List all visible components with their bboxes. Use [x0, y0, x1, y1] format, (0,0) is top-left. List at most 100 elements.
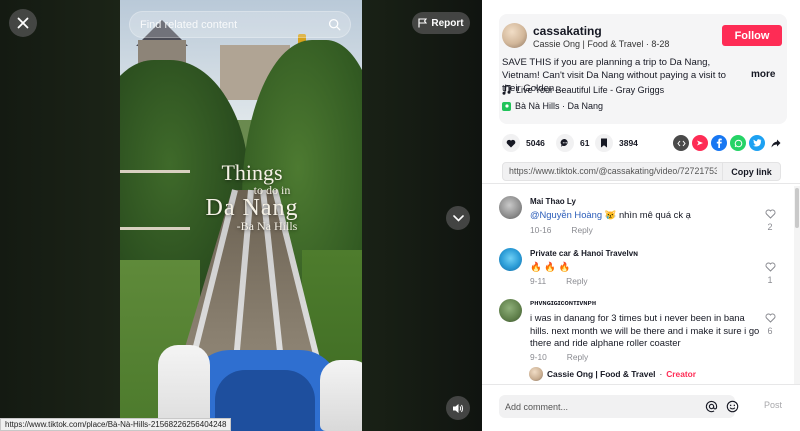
related-search-input[interactable]	[140, 12, 320, 37]
place-name: Bà Nà Hills · Da Nang	[515, 101, 604, 111]
comment-like[interactable]: 6	[763, 313, 777, 336]
comment-button[interactable]	[556, 134, 574, 152]
related-search-box[interactable]	[129, 11, 351, 38]
comment-like-count: 6	[767, 326, 773, 336]
video-frame[interactable]: Things to do in Da Nang -Ba Na Hills	[120, 0, 362, 431]
comments-scrollbar[interactable]	[794, 186, 800, 386]
place-tag[interactable]: Bà Nà Hills · Da Nang	[502, 101, 603, 111]
like-count: 5046	[526, 138, 545, 148]
comment-avatar[interactable]	[499, 196, 522, 219]
flag-icon	[418, 18, 428, 28]
save-action[interactable]: 3894	[595, 134, 638, 152]
post-comment-button[interactable]: Post	[764, 400, 782, 410]
video-area: Things to do in Da Nang -Ba Na Hills Rep…	[0, 0, 482, 431]
comment-text: @Nguyễn Hoàng 😿 nhìn mê quá ck ạ	[530, 209, 760, 222]
next-video-button[interactable]	[446, 206, 470, 230]
report-label: Report	[431, 17, 464, 29]
like-action[interactable]: 5046	[502, 134, 545, 152]
twitter-icon[interactable]	[749, 135, 765, 151]
comment-username[interactable]: Private car & Hanoi Travelᴠɴ	[530, 249, 638, 258]
embed-icon[interactable]	[673, 135, 689, 151]
author-username[interactable]: cassakating	[533, 24, 602, 38]
heart-icon	[506, 139, 516, 147]
author-subline: Cassie Ong | Food & Travel · 8-28	[533, 39, 669, 49]
comment-action[interactable]: 61	[556, 134, 589, 152]
comment-meta: 9-11 Reply	[530, 276, 588, 286]
more-link[interactable]: more	[751, 69, 775, 80]
heart-outline-icon[interactable]	[765, 262, 776, 272]
close-button[interactable]	[9, 9, 37, 37]
comment-like[interactable]: 2	[763, 209, 777, 232]
bookmark-icon	[601, 138, 607, 148]
comment-composer: Post	[482, 384, 800, 431]
comment-like-count: 1	[767, 275, 773, 285]
pinterest-icon[interactable]	[692, 135, 708, 151]
comment-text: 🔥 🔥 🔥	[530, 261, 571, 272]
comment-like[interactable]: 1	[763, 262, 777, 285]
detail-panel: cassakating Cassie Ong | Food & Travel ·…	[482, 0, 800, 431]
share-forward-icon[interactable]	[768, 135, 784, 151]
comment-username[interactable]: ᴘʜᴠɴɢɪɢɪᴄᴏɴᴛɪᴠɴᴘʜ	[530, 300, 596, 307]
action-bar: 5046 61 3894	[499, 134, 789, 152]
comment-input[interactable]	[505, 395, 695, 418]
author-avatar[interactable]	[502, 23, 527, 48]
copy-link-button[interactable]: Copy link	[722, 163, 780, 180]
heart-outline-icon[interactable]	[765, 209, 776, 219]
reply-button[interactable]: Reply	[571, 225, 592, 235]
status-bar-url: https://www.tiktok.com/place/Bà-Nà-Hills…	[0, 418, 232, 431]
comment-input-box[interactable]	[499, 395, 739, 418]
comment-text: i was in danang for 3 times but i never …	[530, 312, 760, 348]
music-row[interactable]: Live Your Beautiful Life - Gray Griggs	[502, 85, 664, 95]
comment-item: Mai Thao Ly @Nguyễn Hoàng 😿 nhìn mê quá …	[499, 196, 779, 238]
overlay-line-1: Things	[221, 160, 283, 185]
volume-icon	[453, 403, 464, 413]
search-icon[interactable]	[328, 18, 341, 31]
report-button[interactable]: Report	[412, 12, 470, 34]
volume-button[interactable]	[446, 396, 470, 420]
whatsapp-icon[interactable]	[730, 135, 746, 151]
scrollbar-thumb[interactable]	[795, 188, 799, 228]
author-display-name[interactable]: Cassie Ong | Food & Travel	[533, 39, 643, 49]
creator-reply-name: Cassie Ong | Food & Travel	[547, 369, 656, 379]
facebook-icon[interactable]	[711, 135, 727, 151]
comment-avatar[interactable]	[499, 299, 522, 322]
video-shoe-right	[320, 360, 362, 431]
share-link-bar: https://www.tiktok.com/@cassakating/vide…	[502, 162, 781, 181]
like-button[interactable]	[502, 134, 520, 152]
comment-avatar[interactable]	[499, 248, 522, 271]
comment-date: 9-11	[530, 276, 547, 286]
video-fence	[120, 170, 190, 230]
chevron-down-icon	[452, 214, 464, 222]
comment-mention[interactable]: @Nguyễn Hoàng	[530, 209, 602, 220]
comment-count: 61	[580, 138, 590, 148]
comment-item: ᴘʜᴠɴɢɪɢɪᴄᴏɴᴛɪᴠɴᴘʜ i was in danang for 3 …	[499, 299, 779, 365]
comment-meta: 9-10 Reply	[530, 352, 588, 362]
creator-reply-preview[interactable]: Cassie Ong | Food & Travel · Creator	[529, 367, 696, 381]
comment-date: 10-16	[530, 225, 552, 235]
mention-at-icon[interactable]	[705, 400, 718, 413]
creator-reply-separator: ·	[659, 369, 663, 379]
share-url[interactable]: https://www.tiktok.com/@cassakating/vide…	[509, 166, 717, 176]
emoji-icon[interactable]	[726, 400, 739, 413]
location-pin-icon	[502, 101, 511, 111]
comment-item: Private car & Hanoi Travelᴠɴ 🔥 🔥 🔥 9-11 R…	[499, 248, 779, 288]
comment-bubble-icon	[560, 138, 568, 147]
post-date: 8-28	[651, 39, 670, 49]
video-caption-overlay: Things to do in Da Nang -Ba Na Hills	[182, 160, 322, 233]
reply-button[interactable]: Reply	[567, 352, 588, 362]
save-button[interactable]	[595, 134, 613, 152]
share-icons	[673, 135, 784, 151]
creator-avatar	[529, 367, 543, 381]
save-count: 3894	[619, 138, 638, 148]
comment-meta: 10-16 Reply	[530, 225, 593, 235]
follow-button[interactable]: Follow	[722, 25, 782, 46]
creator-badge: Creator	[666, 369, 697, 379]
close-icon	[17, 17, 29, 29]
comment-username[interactable]: Mai Thao Ly	[530, 197, 576, 206]
comment-like-count: 2	[767, 222, 773, 232]
heart-outline-icon[interactable]	[765, 313, 776, 323]
reply-button[interactable]: Reply	[566, 276, 587, 286]
divider	[482, 183, 800, 184]
overlay-line-4: -Ba Na Hills	[236, 219, 298, 233]
overlay-line-3: Da Nang	[205, 195, 299, 221]
